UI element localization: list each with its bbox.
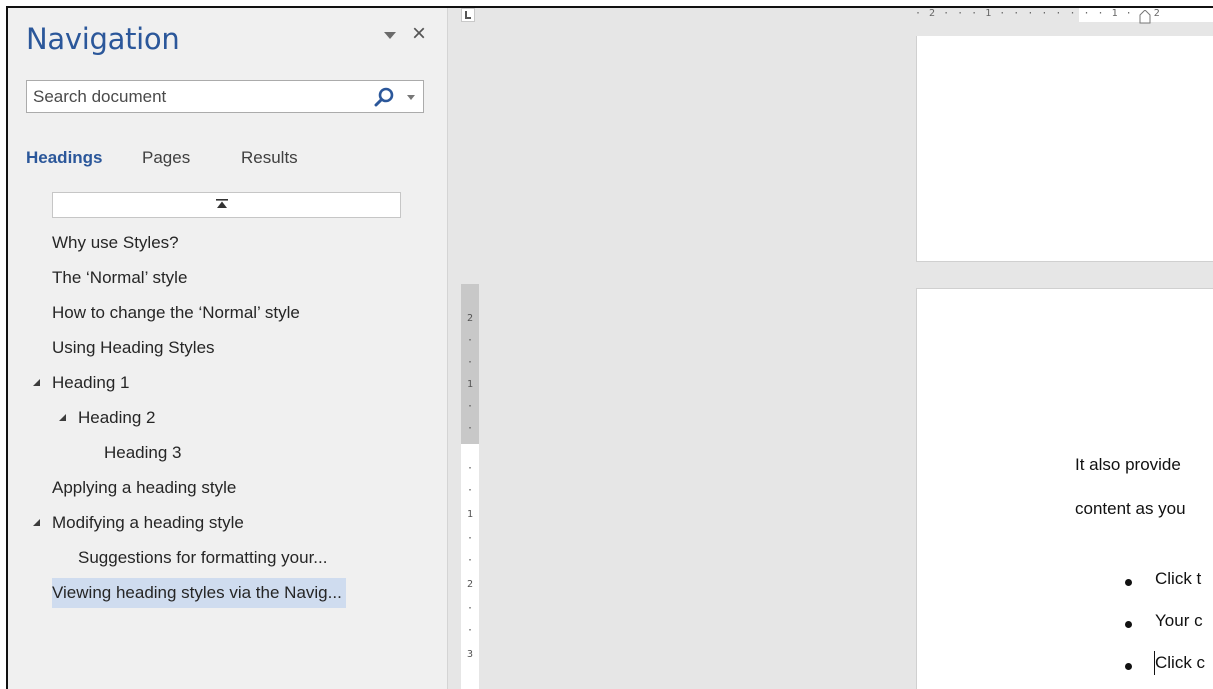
vertical-ruler-mark: ·	[466, 555, 474, 566]
expand-collapse-icon[interactable]	[59, 414, 66, 421]
body-text-line: It also provide	[1075, 455, 1181, 474]
heading-item-heading-2[interactable]: Heading 2	[78, 403, 156, 433]
collapse-all-bar[interactable]	[52, 192, 401, 218]
left-tab-icon	[465, 11, 471, 19]
heading-item-modifying-heading-style[interactable]: Modifying a heading style	[52, 508, 244, 538]
tab-pages[interactable]: Pages	[142, 148, 190, 168]
tab-selector-button[interactable]	[461, 8, 475, 22]
vertical-ruler-mark: ·	[466, 485, 474, 496]
pane-options-dropdown-icon[interactable]	[384, 32, 396, 39]
vertical-ruler-mark: ·	[466, 463, 474, 474]
document-canvas: · 2 · · · 1 · · · · · · · · 1 · · 2 2 · …	[449, 8, 1213, 689]
vertical-ruler[interactable]: 2 · · 1 · · · · 1 · · 2 · · 3	[461, 284, 479, 689]
heading-item-using-heading-styles[interactable]: Using Heading Styles	[52, 333, 215, 363]
vertical-ruler-mark: 1	[466, 509, 474, 520]
vertical-ruler-mark: 3	[466, 649, 474, 660]
word-window: Navigation × Headings Pages Results Why …	[6, 6, 1213, 689]
bullet-icon	[1125, 579, 1132, 586]
document-page-previous[interactable]	[916, 36, 1213, 262]
heading-item-viewing-heading-styles[interactable]: Viewing heading styles via the Navig...	[52, 578, 346, 608]
indent-marker-icon[interactable]	[1139, 10, 1151, 24]
bullet-icon	[1125, 663, 1132, 670]
document-page[interactable]: It also provide content as you Click t Y…	[916, 288, 1213, 689]
search-input[interactable]	[27, 81, 357, 112]
navigation-pane: Navigation × Headings Pages Results Why …	[8, 8, 448, 689]
heading-item-heading-3[interactable]: Heading 3	[104, 438, 182, 468]
vertical-ruler-mark: ·	[466, 625, 474, 636]
vertical-ruler-mark: 2	[466, 313, 474, 324]
tab-results[interactable]: Results	[241, 148, 298, 168]
close-icon[interactable]: ×	[412, 20, 426, 48]
vertical-ruler-mark: 2	[466, 579, 474, 590]
bullet-item-text: Click c	[1155, 653, 1206, 672]
vertical-ruler-mark: ·	[466, 401, 474, 412]
heading-item-why-use-styles[interactable]: Why use Styles?	[52, 228, 179, 258]
bullet-item-text: Your c	[1155, 611, 1203, 630]
heading-item-applying-heading-style[interactable]: Applying a heading style	[52, 473, 236, 503]
expand-collapse-icon[interactable]	[33, 519, 40, 526]
heading-item-suggestions-formatting[interactable]: Suggestions for formatting your...	[78, 543, 327, 573]
search-options-dropdown-icon[interactable]	[407, 95, 415, 100]
bullet-icon	[1125, 621, 1132, 628]
vertical-ruler-mark: ·	[466, 357, 474, 368]
vertical-ruler-mark: ·	[466, 603, 474, 614]
collapse-to-top-icon	[216, 199, 228, 208]
expand-collapse-icon[interactable]	[33, 379, 40, 386]
heading-item-heading-1[interactable]: Heading 1	[52, 368, 130, 398]
tab-headings[interactable]: Headings	[26, 148, 103, 168]
bullet-item-text: Click t	[1155, 569, 1202, 588]
vertical-ruler-mark: ·	[466, 423, 474, 434]
horizontal-ruler[interactable]: · 2 · · · 1 · · · · · · · · 1 · · 2	[915, 8, 1213, 24]
vertical-ruler-mark: 1	[466, 379, 474, 390]
vertical-ruler-mark: ·	[466, 533, 474, 544]
horizontal-ruler-marks: · 2 · · · 1 · · · · · · · · 1 · · 2	[915, 8, 1161, 19]
search-box	[26, 80, 424, 113]
heading-item-normal-style[interactable]: The ‘Normal’ style	[52, 263, 187, 293]
heading-item-change-normal-style[interactable]: How to change the ‘Normal’ style	[52, 298, 300, 328]
body-text-line: content as you	[1075, 499, 1186, 518]
search-icon[interactable]	[373, 87, 395, 109]
navigation-pane-title: Navigation	[26, 22, 180, 56]
vertical-ruler-mark: ·	[466, 335, 474, 346]
